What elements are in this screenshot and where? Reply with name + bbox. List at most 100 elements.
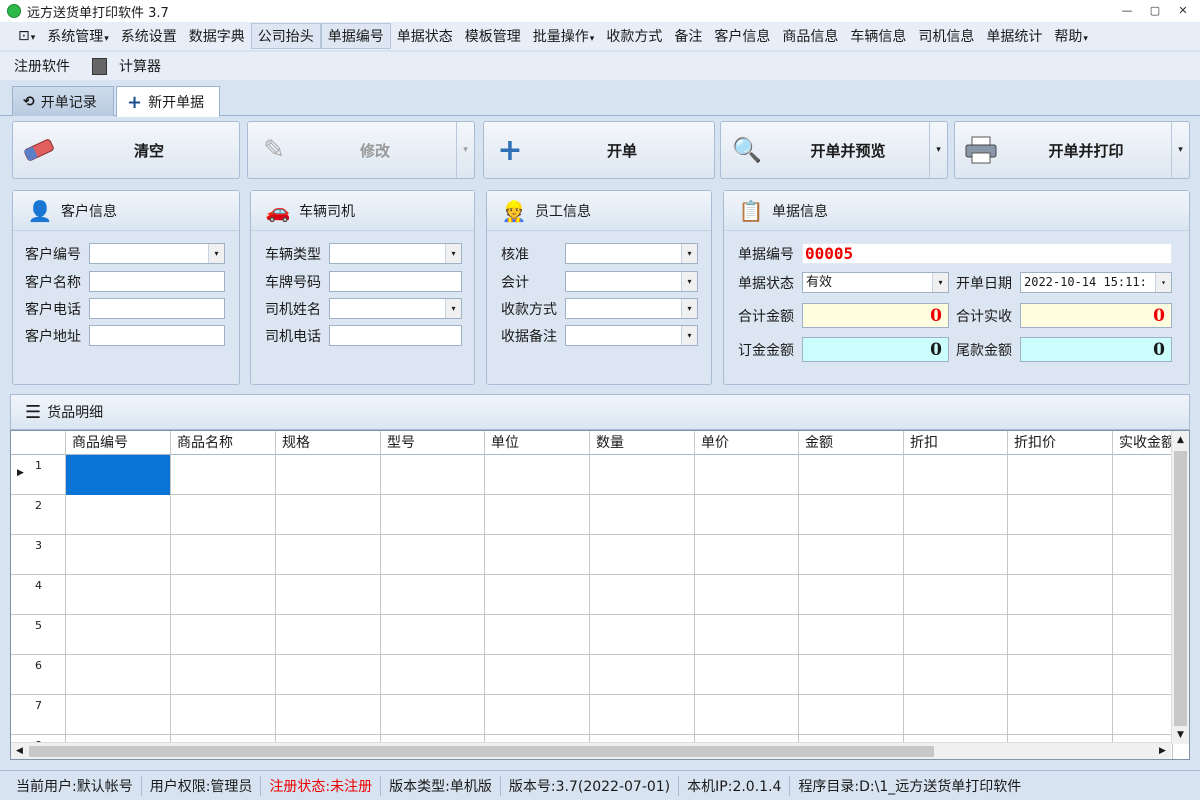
table-cell[interactable]	[1113, 695, 1173, 735]
col-unit[interactable]: 单位	[485, 431, 590, 455]
vehicle-type-select[interactable]: ▾	[329, 243, 462, 264]
close-icon[interactable]: ✕	[1172, 2, 1194, 19]
table-cell[interactable]	[485, 535, 590, 575]
bill-date-picker[interactable]: 2022-10-14 15:11: ▾	[1020, 272, 1172, 293]
scroll-left-icon[interactable]: ◀	[11, 743, 28, 759]
modify-button[interactable]: ✎ 修改 ▾	[247, 121, 475, 179]
horizontal-scrollbar[interactable]: ◀ ▶	[11, 742, 1171, 759]
table-cell[interactable]	[799, 575, 904, 615]
table-cell[interactable]	[1113, 455, 1173, 495]
table-cell[interactable]	[171, 575, 276, 615]
table-row[interactable]: 2	[11, 495, 1173, 535]
menu-remark[interactable]: 备注	[668, 24, 708, 48]
minimize-icon[interactable]: —	[1116, 2, 1138, 19]
modify-dropdown-icon[interactable]: ▾	[456, 122, 474, 178]
menu-system-settings[interactable]: 系统设置	[115, 24, 183, 48]
table-cell[interactable]	[171, 695, 276, 735]
menu-register[interactable]: 注册软件	[8, 54, 76, 78]
menu-vehicle-info[interactable]: 车辆信息	[844, 24, 912, 48]
table-cell[interactable]	[695, 575, 799, 615]
table-cell[interactable]	[171, 495, 276, 535]
row-number[interactable]: 5	[11, 615, 66, 655]
table-cell[interactable]	[276, 695, 381, 735]
table-cell[interactable]	[381, 455, 485, 495]
scroll-up-icon[interactable]: ▲	[1172, 431, 1189, 449]
table-cell[interactable]	[799, 615, 904, 655]
table-cell[interactable]	[485, 455, 590, 495]
payment-method-select[interactable]: ▾	[565, 298, 698, 319]
table-cell[interactable]	[799, 535, 904, 575]
table-cell[interactable]	[485, 495, 590, 535]
tab-new-bill[interactable]: + 新开单据	[116, 86, 220, 117]
table-cell[interactable]	[695, 695, 799, 735]
table-row[interactable]: 6	[11, 655, 1173, 695]
table-cell[interactable]	[381, 495, 485, 535]
table-cell[interactable]	[1113, 655, 1173, 695]
menu-calculator[interactable]: 计算器	[113, 54, 167, 78]
receipt-note-select[interactable]: ▾	[565, 325, 698, 346]
goods-grid[interactable]: 商品编号 商品名称 规格 型号 单位 数量 单价 金额 折扣 折扣价 实收金额 …	[10, 430, 1190, 760]
menu-payment-method[interactable]: 收款方式	[600, 24, 668, 48]
table-cell[interactable]	[590, 535, 695, 575]
plate-number-input[interactable]	[329, 271, 462, 292]
table-cell[interactable]	[171, 615, 276, 655]
menu-system-manage[interactable]: 系统管理▾	[41, 24, 115, 48]
table-cell[interactable]	[171, 535, 276, 575]
table-cell[interactable]	[904, 455, 1008, 495]
table-row[interactable]: ▶ 1	[11, 455, 1173, 495]
chevron-down-icon[interactable]: ▾	[681, 272, 697, 291]
table-cell[interactable]	[276, 495, 381, 535]
table-cell[interactable]	[1008, 495, 1113, 535]
table-cell[interactable]	[1008, 615, 1113, 655]
table-cell[interactable]	[1008, 655, 1113, 695]
table-cell[interactable]	[381, 655, 485, 695]
chevron-down-icon[interactable]: ▾	[1155, 273, 1171, 292]
table-cell[interactable]	[66, 655, 171, 695]
table-cell[interactable]	[485, 615, 590, 655]
table-row[interactable]: 4	[11, 575, 1173, 615]
received-amount-input[interactable]: 0	[1020, 303, 1172, 328]
clear-button[interactable]: 清空	[12, 121, 240, 179]
table-cell[interactable]	[1008, 695, 1113, 735]
menu-bill-status[interactable]: 单据状态	[391, 24, 459, 48]
table-cell[interactable]	[904, 575, 1008, 615]
customer-id-select[interactable]: ▾	[89, 243, 225, 264]
approver-select[interactable]: ▾	[565, 243, 698, 264]
col-unit-price[interactable]: 单价	[695, 431, 799, 455]
table-cell[interactable]	[381, 575, 485, 615]
table-cell[interactable]	[276, 575, 381, 615]
customer-phone-input[interactable]	[89, 298, 225, 319]
table-cell[interactable]	[904, 535, 1008, 575]
bill-status-select[interactable]: 有效 ▾	[802, 272, 949, 293]
col-quantity[interactable]: 数量	[590, 431, 695, 455]
table-cell[interactable]	[276, 615, 381, 655]
customer-address-input[interactable]	[89, 325, 225, 346]
scroll-down-icon[interactable]: ▼	[1172, 726, 1189, 744]
col-actual-amount[interactable]: 实收金额	[1113, 431, 1173, 455]
menu-help[interactable]: 帮助▾	[1048, 24, 1094, 48]
row-number[interactable]: 4	[11, 575, 66, 615]
calculator-icon[interactable]	[92, 57, 107, 75]
table-cell[interactable]	[1113, 495, 1173, 535]
table-row[interactable]: 3	[11, 535, 1173, 575]
table-cell[interactable]	[1008, 535, 1113, 575]
app-menu-icon[interactable]: ⊡▾	[12, 26, 41, 46]
menu-company-header[interactable]: 公司抬头	[250, 23, 321, 49]
table-cell[interactable]	[66, 495, 171, 535]
menu-bill-stats[interactable]: 单据统计	[980, 24, 1048, 48]
table-cell[interactable]	[1008, 575, 1113, 615]
table-cell[interactable]	[590, 695, 695, 735]
menu-customer-info[interactable]: 客户信息	[708, 24, 776, 48]
table-cell[interactable]	[485, 575, 590, 615]
table-cell[interactable]	[590, 575, 695, 615]
table-cell[interactable]	[66, 455, 171, 495]
menu-product-info[interactable]: 商品信息	[776, 24, 844, 48]
scroll-right-icon[interactable]: ▶	[1154, 743, 1171, 759]
table-cell[interactable]	[276, 655, 381, 695]
table-cell[interactable]	[695, 655, 799, 695]
row-number[interactable]: 3	[11, 535, 66, 575]
table-cell[interactable]	[590, 455, 695, 495]
table-cell[interactable]	[485, 695, 590, 735]
table-row[interactable]: 7	[11, 695, 1173, 735]
table-cell[interactable]	[276, 535, 381, 575]
